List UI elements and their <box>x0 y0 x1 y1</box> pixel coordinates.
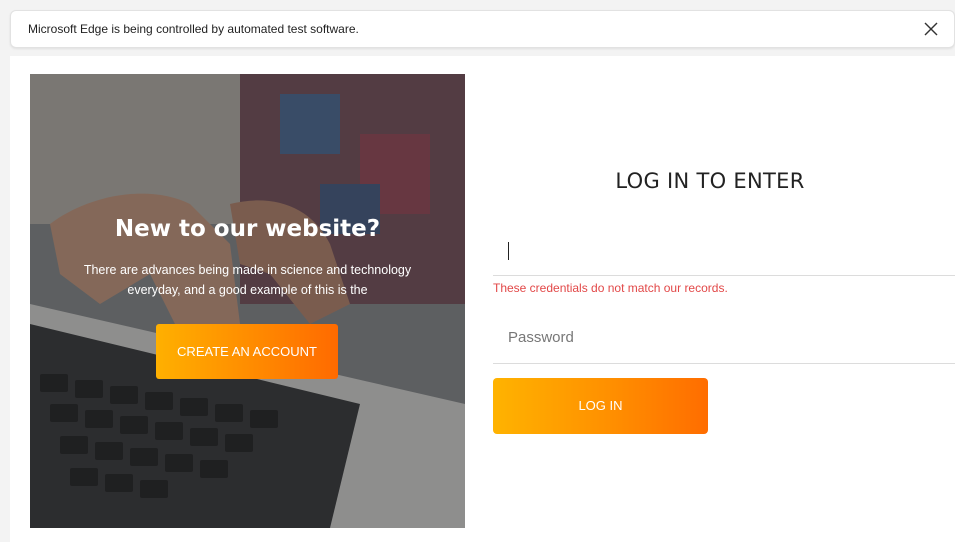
login-page: New to our website? There are advances b… <box>10 56 955 542</box>
credentials-error: These credentials do not match our recor… <box>493 281 728 295</box>
password-placeholder: Password <box>508 329 574 346</box>
automation-infobar: Microsoft Edge is being controlled by au… <box>10 10 955 48</box>
close-icon[interactable] <box>922 20 940 38</box>
hero-description: There are advances being made in science… <box>83 263 412 297</box>
signup-hero-panel: New to our website? There are advances b… <box>30 74 465 528</box>
hero-title: New to our website? <box>114 216 381 242</box>
login-button[interactable]: LOG IN <box>493 378 708 434</box>
email-field[interactable] <box>493 226 955 276</box>
login-title: LOG IN TO ENTER <box>615 169 805 193</box>
password-field[interactable]: Password <box>493 314 955 364</box>
infobar-message: Microsoft Edge is being controlled by au… <box>28 22 359 36</box>
text-cursor <box>508 242 509 260</box>
hero-overlay <box>30 74 465 528</box>
create-account-button[interactable]: CREATE AN ACCOUNT <box>156 324 338 379</box>
